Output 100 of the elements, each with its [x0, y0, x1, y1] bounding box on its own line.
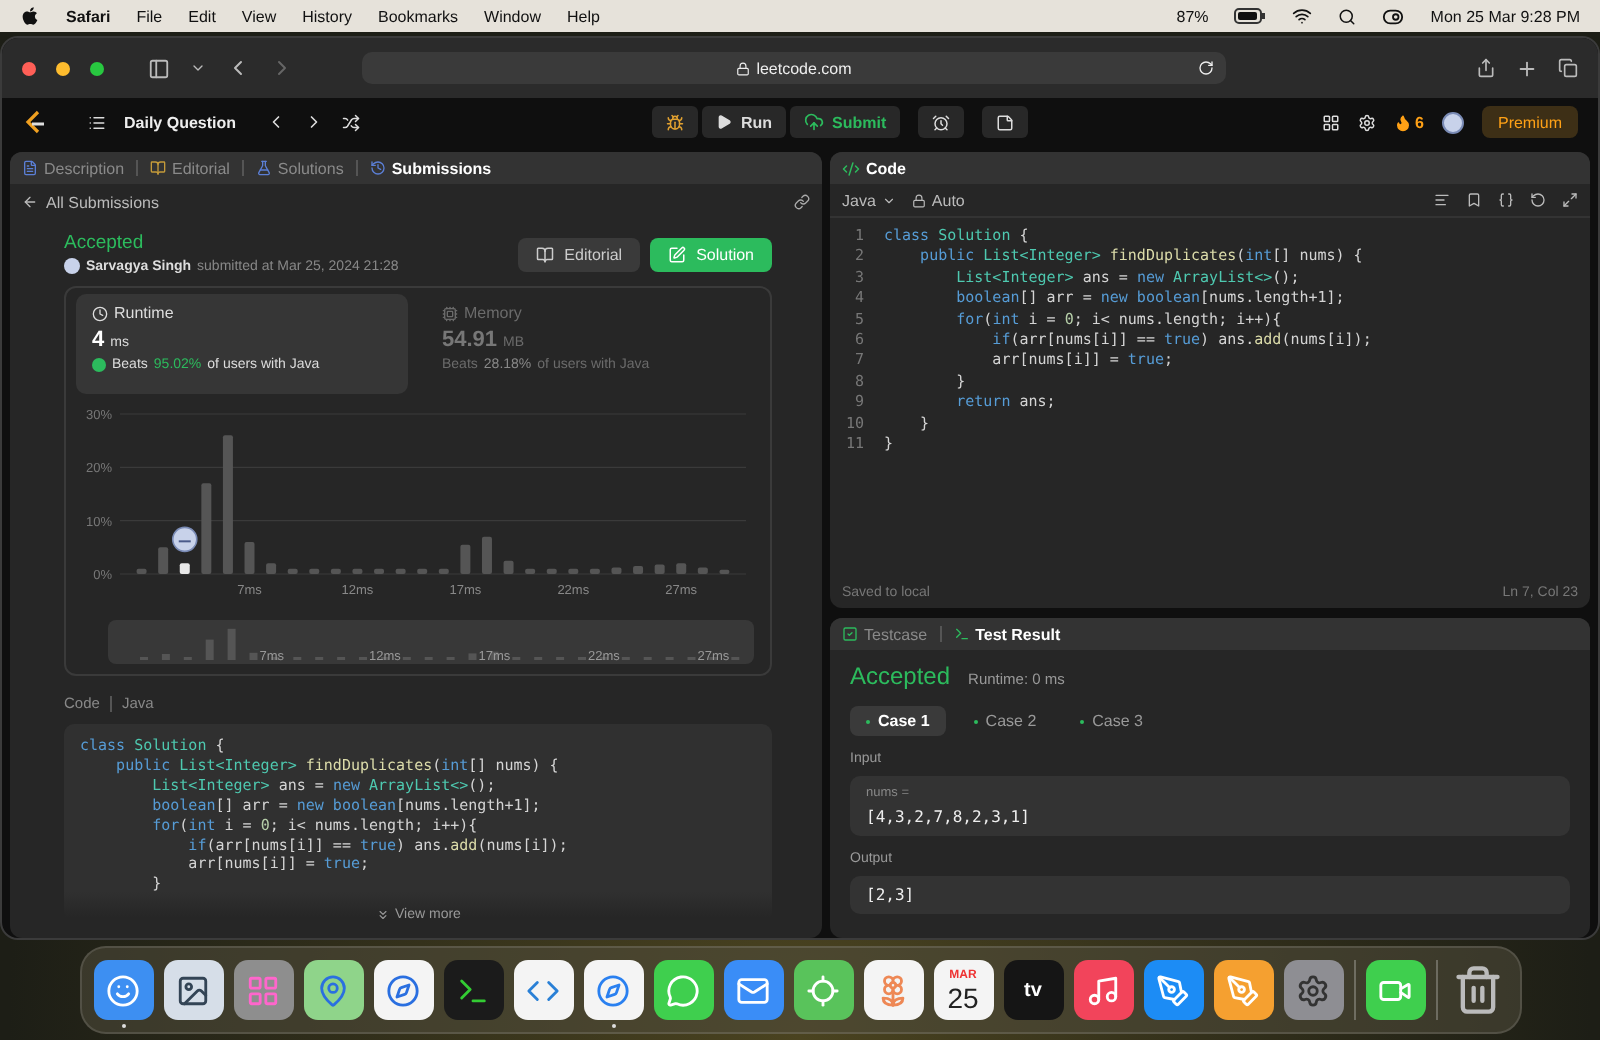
- range-track[interactable]: [108, 620, 754, 664]
- share-icon[interactable]: [1476, 58, 1496, 78]
- plus-icon[interactable]: [1516, 57, 1538, 79]
- wifi-icon[interactable]: [1292, 6, 1313, 26]
- panel-tab[interactable]: Testcase: [842, 625, 928, 643]
- pen-icon[interactable]: [1213, 960, 1273, 1020]
- locate-icon[interactable]: [793, 960, 853, 1020]
- book-icon: [150, 160, 167, 176]
- result-status: Accepted: [850, 662, 951, 690]
- case-tab[interactable]: Case 2: [957, 706, 1053, 736]
- streak-count: 6: [1415, 113, 1424, 131]
- face-icon[interactable]: [93, 960, 153, 1020]
- checkbox-icon: [842, 626, 858, 642]
- chat-bubble-icon[interactable]: [653, 960, 713, 1020]
- list-icon[interactable]: [88, 113, 106, 131]
- metric-label: Memory: [464, 304, 522, 322]
- submission-status: Accepted: [64, 232, 146, 254]
- map-icon[interactable]: [303, 960, 363, 1020]
- menu-item[interactable]: Safari: [66, 7, 111, 25]
- document-icon: [22, 160, 38, 176]
- braces-icon[interactable]: [1498, 192, 1514, 208]
- clock[interactable]: Mon 25 Mar 9:28 PM: [1430, 7, 1580, 25]
- auto-toggle[interactable]: Auto: [911, 191, 965, 209]
- history-icon: [369, 160, 386, 176]
- editorial-button[interactable]: Editorial: [518, 238, 641, 272]
- panel-tab[interactable]: Submissions: [369, 159, 492, 177]
- alarm-button[interactable]: [918, 106, 965, 138]
- music-note-icon[interactable]: [1073, 960, 1133, 1020]
- sidebar-icon[interactable]: [148, 57, 170, 79]
- expand-icon[interactable]: [1562, 192, 1578, 208]
- calendar-day: 25: [947, 983, 979, 1011]
- settings-icon[interactable]: [1357, 113, 1376, 131]
- flower-icon[interactable]: [863, 960, 923, 1020]
- logo-icon[interactable]: [22, 109, 46, 135]
- terminal-icon[interactable]: [443, 960, 503, 1020]
- minimize-button[interactable]: [56, 61, 70, 75]
- picture-icon[interactable]: [163, 960, 223, 1020]
- back-link[interactable]: All Submissions: [22, 193, 159, 211]
- avatar: [64, 258, 80, 274]
- case-tab[interactable]: Case 3: [1064, 706, 1160, 736]
- panel-tab[interactable]: Solutions: [255, 159, 344, 177]
- format-icon[interactable]: [1434, 192, 1450, 208]
- close-button[interactable]: [22, 61, 36, 75]
- flame-icon[interactable]: [1393, 113, 1412, 131]
- link-icon[interactable]: [794, 194, 810, 210]
- toggle-icon[interactable]: [1382, 5, 1405, 27]
- envelope-icon[interactable]: [723, 960, 783, 1020]
- battery-icon[interactable]: [1234, 8, 1267, 24]
- zoom-button[interactable]: [90, 61, 104, 75]
- menu-item[interactable]: File: [136, 7, 163, 25]
- histogram-bar[interactable]: [179, 563, 190, 574]
- language-dropdown[interactable]: Java: [842, 191, 896, 209]
- gear-icon[interactable]: [1283, 960, 1343, 1020]
- menu-item[interactable]: View: [241, 7, 277, 25]
- chevron-down-icon[interactable]: [190, 60, 206, 76]
- note-icon: [996, 113, 1015, 131]
- reset-icon[interactable]: [1530, 192, 1546, 208]
- tabs-icon[interactable]: [1558, 58, 1578, 78]
- compass-icon[interactable]: [373, 960, 433, 1020]
- play-icon: [716, 114, 733, 130]
- video-camera-icon[interactable]: [1365, 960, 1425, 1020]
- address-field[interactable]: leetcode.com: [362, 52, 1226, 84]
- battery-percent: 87%: [1176, 7, 1209, 25]
- run-button[interactable]: Run: [702, 106, 786, 138]
- premium-button[interactable]: Premium: [1481, 106, 1578, 138]
- grid-icon[interactable]: [1321, 113, 1340, 131]
- panel-tab[interactable]: Description: [22, 159, 125, 177]
- code-icon[interactable]: [513, 960, 573, 1020]
- panel-tab[interactable]: Test Result: [953, 625, 1061, 643]
- avatar[interactable]: [1441, 111, 1464, 133]
- panel-tab[interactable]: Editorial: [150, 159, 230, 177]
- reload-icon[interactable]: [1198, 60, 1214, 76]
- output-value: [2,3]: [866, 886, 917, 904]
- tv-icon[interactable]: tv: [1003, 960, 1063, 1020]
- menu-item[interactable]: History: [302, 7, 353, 25]
- code-icon: [842, 159, 860, 177]
- avatar-icon: [171, 526, 198, 553]
- compass-icon[interactable]: [583, 960, 643, 1020]
- menu-item[interactable]: Bookmarks: [378, 7, 459, 25]
- case-tab[interactable]: Case 1: [850, 706, 946, 736]
- debug-button[interactable]: [652, 106, 699, 138]
- arrow-left-icon: [22, 194, 38, 210]
- panel-tab[interactable]: Code: [842, 159, 906, 177]
- problem-list-title[interactable]: Daily Question: [124, 113, 237, 131]
- shuffle-icon[interactable]: [342, 113, 361, 131]
- menu-item[interactable]: Edit: [188, 7, 216, 25]
- badge-icon: [92, 358, 106, 372]
- note-button[interactable]: [982, 106, 1029, 138]
- input-value: [4,3,2,7,8,2,3,1]: [866, 808, 1032, 826]
- cloud-upload-icon: [804, 112, 824, 132]
- pen-icon[interactable]: [1143, 960, 1203, 1020]
- submit-button[interactable]: Submit: [790, 106, 901, 138]
- clock-icon: [92, 305, 108, 321]
- menu-item[interactable]: Help: [566, 7, 600, 25]
- apple-icon[interactable]: [20, 6, 40, 26]
- menu-item[interactable]: Window: [484, 7, 541, 25]
- bookmark-icon[interactable]: [1466, 192, 1482, 208]
- search-icon[interactable]: [1338, 7, 1357, 25]
- chip-icon: [442, 305, 458, 321]
- lock-icon: [736, 61, 751, 75]
